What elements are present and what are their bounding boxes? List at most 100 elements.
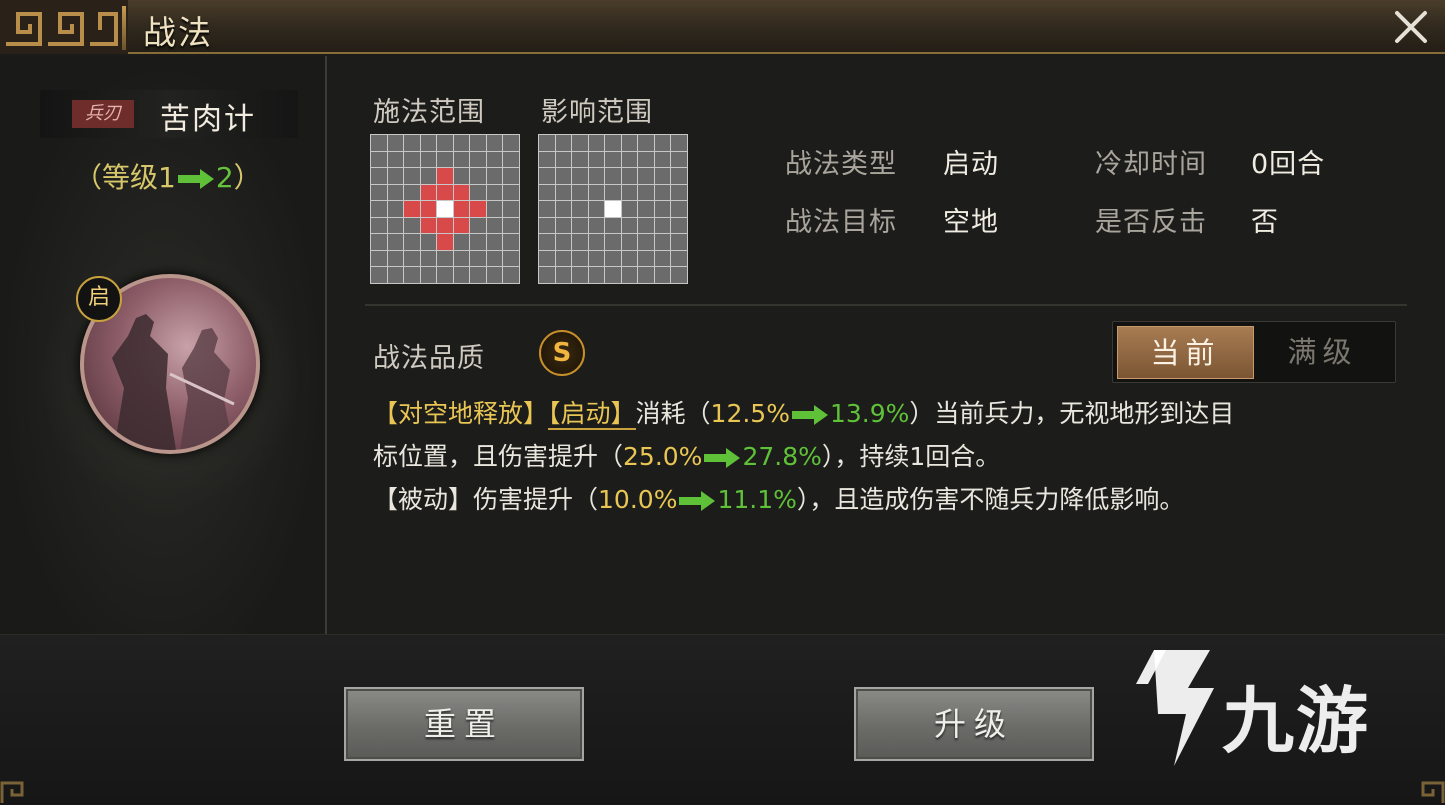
grid-cell bbox=[555, 217, 572, 234]
grid-cell bbox=[453, 201, 470, 217]
grid-cell bbox=[437, 234, 453, 250]
grid-cell bbox=[470, 201, 486, 217]
grid-cell bbox=[654, 168, 671, 184]
grid-cell bbox=[638, 250, 654, 267]
grid-cell bbox=[638, 234, 654, 250]
grid-cell bbox=[654, 267, 671, 283]
desc-text: 消耗（ bbox=[635, 399, 711, 428]
divider bbox=[365, 304, 1407, 306]
grid-cell bbox=[404, 201, 420, 217]
grid-cell bbox=[470, 267, 486, 283]
grid-cell bbox=[539, 234, 555, 250]
grid-cell bbox=[621, 234, 638, 250]
skill-name-box: 兵刃 苦肉计 bbox=[40, 90, 298, 138]
grid-cell bbox=[453, 234, 470, 250]
grid-cell bbox=[654, 217, 671, 234]
grid-cell bbox=[671, 184, 687, 201]
description-line-3: 【被动】伤害提升（10.0% 11.1%），且造成伤害不随兵力降低影响。 bbox=[373, 478, 1413, 521]
reset-button[interactable]: 重置 bbox=[344, 687, 584, 761]
grid-cell bbox=[572, 135, 588, 151]
grid-cell bbox=[555, 151, 572, 168]
grid-cell bbox=[621, 267, 638, 283]
grid-cell bbox=[486, 201, 503, 217]
grid-cell bbox=[572, 234, 588, 250]
watermark-text: 九游 bbox=[1222, 679, 1371, 763]
tab-max-level[interactable]: 满级 bbox=[1254, 326, 1391, 379]
grid-cell bbox=[605, 267, 621, 283]
grid-cell bbox=[437, 217, 453, 234]
grid-cell bbox=[539, 168, 555, 184]
grid-cell bbox=[605, 250, 621, 267]
grid-cell bbox=[470, 135, 486, 151]
grid-cell bbox=[555, 234, 572, 250]
grid-cell bbox=[453, 151, 470, 168]
grid-cell bbox=[503, 168, 519, 184]
grid-cell bbox=[437, 267, 453, 283]
grid-cell bbox=[503, 267, 519, 283]
arrow-right-icon bbox=[704, 448, 741, 468]
grid-cell bbox=[605, 217, 621, 234]
grid-cell bbox=[437, 250, 453, 267]
desc-text: 伤害提升（ bbox=[473, 485, 599, 514]
close-icon[interactable] bbox=[1391, 7, 1431, 47]
grid-cell bbox=[404, 168, 420, 184]
grid-cell bbox=[671, 151, 687, 168]
grid-cell bbox=[486, 250, 503, 267]
grid-cell bbox=[470, 184, 486, 201]
grid-cell bbox=[420, 151, 437, 168]
grid-cell bbox=[654, 151, 671, 168]
grid-cell bbox=[572, 168, 588, 184]
desc-value-to: 13.9% bbox=[829, 399, 910, 428]
grid-cell bbox=[572, 250, 588, 267]
grid-cell bbox=[539, 184, 555, 201]
grid-cell bbox=[621, 184, 638, 201]
desc-value-from: 12.5% bbox=[710, 399, 790, 428]
grid-cell bbox=[638, 151, 654, 168]
grid-cell bbox=[486, 135, 503, 151]
grid-cell bbox=[588, 250, 605, 267]
grid-cell bbox=[470, 250, 486, 267]
grid-cell bbox=[437, 151, 453, 168]
grid-cell bbox=[555, 135, 572, 151]
arrow-right-icon bbox=[177, 169, 214, 189]
desc-tag-passive: 【被动】 bbox=[373, 485, 474, 514]
grid-cell bbox=[437, 135, 453, 151]
grid-cell bbox=[503, 184, 519, 201]
grid-cell bbox=[588, 184, 605, 201]
troop-type-tag: 兵刃 bbox=[72, 100, 134, 128]
grid-cell bbox=[605, 234, 621, 250]
grid-cell bbox=[404, 250, 420, 267]
grid-cell bbox=[486, 168, 503, 184]
active-skill-badge: 启 bbox=[76, 276, 122, 322]
cooldown-label: 冷却时间 bbox=[1095, 149, 1207, 180]
skill-quality-label: 战法品质 bbox=[373, 343, 485, 374]
grid-cell bbox=[420, 250, 437, 267]
grid-cell bbox=[539, 201, 555, 217]
tab-current-level[interactable]: 当前 bbox=[1117, 326, 1254, 379]
grid-cell bbox=[654, 234, 671, 250]
grid-cell bbox=[605, 184, 621, 201]
grid-cell bbox=[404, 267, 420, 283]
level-from: （等级1 bbox=[74, 161, 176, 194]
grid-cell bbox=[621, 168, 638, 184]
grid-cell bbox=[638, 135, 654, 151]
grid-cell bbox=[404, 184, 420, 201]
grid-cell bbox=[470, 168, 486, 184]
grid-cell bbox=[404, 234, 420, 250]
grid-cell bbox=[453, 184, 470, 201]
grid-cell bbox=[654, 201, 671, 217]
grid-cell bbox=[420, 234, 437, 250]
desc-text: ），持续1回合。 bbox=[821, 442, 1001, 471]
grid-cell bbox=[572, 267, 588, 283]
grid-cell bbox=[404, 151, 420, 168]
grid-cell bbox=[572, 184, 588, 201]
upgrade-button[interactable]: 升级 bbox=[854, 687, 1094, 761]
grid-cell bbox=[539, 151, 555, 168]
skill-name: 苦肉计 bbox=[160, 102, 256, 137]
grid-cell bbox=[555, 201, 572, 217]
grid-cell bbox=[605, 168, 621, 184]
grid-cell bbox=[588, 168, 605, 184]
grid-cell bbox=[503, 250, 519, 267]
description-line-1: 【对空地释放】【启动】消耗（12.5% 13.9%）当前兵力，无视地形到达目 bbox=[373, 392, 1413, 435]
desc-value-from: 10.0% bbox=[598, 485, 678, 514]
